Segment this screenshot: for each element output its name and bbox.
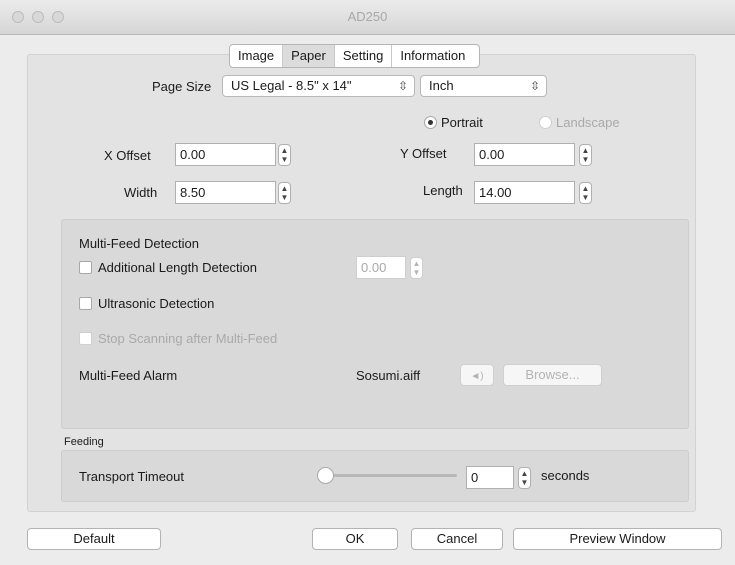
- seconds-label: seconds: [541, 468, 590, 483]
- tab-information[interactable]: Information: [392, 45, 479, 67]
- chevron-updown-icon: ⇳: [397, 79, 408, 93]
- cancel-button[interactable]: Cancel: [411, 528, 503, 550]
- window-title: AD250: [347, 9, 388, 24]
- timeout-field[interactable]: 0: [466, 466, 514, 489]
- tab-paper[interactable]: Paper: [283, 45, 335, 67]
- ultrasonic-checkbox[interactable]: [79, 297, 92, 310]
- ultrasonic-label: Ultrasonic Detection: [98, 296, 215, 311]
- chevron-updown-icon: ⇳: [529, 79, 540, 93]
- landscape-radio[interactable]: [539, 116, 552, 129]
- browse-button[interactable]: Browse...: [503, 364, 602, 386]
- length-stepper[interactable]: ▲ ▼: [579, 182, 592, 204]
- additional-length-stepper[interactable]: ▲ ▼: [410, 257, 423, 279]
- landscape-label: Landscape: [556, 115, 620, 130]
- length-label: Length: [423, 183, 463, 198]
- x-offset-field[interactable]: 0.00: [175, 143, 276, 166]
- timeout-slider-track[interactable]: [325, 474, 457, 477]
- unit-value: Inch: [429, 78, 454, 93]
- timeout-slider-knob[interactable]: [317, 467, 334, 484]
- y-offset-field[interactable]: 0.00: [474, 143, 575, 166]
- additional-length-field[interactable]: 0.00: [356, 256, 406, 279]
- page-size-value: US Legal - 8.5" x 14": [231, 78, 352, 93]
- transport-timeout-label: Transport Timeout: [79, 469, 185, 484]
- speaker-icon: ◄): [470, 371, 484, 382]
- title-bar: AD250: [0, 0, 735, 35]
- additional-length-label: Additional Length Detection: [98, 260, 258, 275]
- width-label: Width: [124, 185, 158, 200]
- tab-bar: Image Paper Setting Information: [229, 44, 481, 68]
- tab-image[interactable]: Image: [230, 45, 284, 67]
- x-offset-stepper[interactable]: ▲ ▼: [278, 144, 291, 166]
- timeout-stepper[interactable]: ▲ ▼: [518, 467, 531, 489]
- y-offset-stepper[interactable]: ▲ ▼: [579, 144, 592, 166]
- y-offset-label: Y Offset: [400, 146, 447, 161]
- portrait-label: Portrait: [441, 115, 483, 130]
- ok-button[interactable]: OK: [312, 528, 398, 550]
- page-size-label: Page Size: [152, 79, 212, 94]
- play-sound-button[interactable]: ◄): [460, 364, 494, 386]
- default-button[interactable]: Default: [27, 528, 161, 550]
- page-size-select[interactable]: US Legal - 8.5" x 14" ⇳: [222, 75, 415, 97]
- portrait-radio[interactable]: [424, 116, 437, 129]
- stop-scanning-label: Stop Scanning after Multi-Feed: [98, 331, 278, 346]
- alarm-file-name: Sosumi.aiff: [356, 368, 421, 383]
- multi-feed-alarm-label: Multi-Feed Alarm: [79, 368, 178, 383]
- stop-scanning-checkbox[interactable]: [79, 332, 92, 345]
- feeding-heading: Feeding: [64, 436, 104, 448]
- preview-window-button[interactable]: Preview Window: [513, 528, 722, 550]
- unit-select[interactable]: Inch ⇳: [420, 75, 547, 97]
- x-offset-label: X Offset: [104, 148, 151, 163]
- length-field[interactable]: 14.00: [474, 181, 575, 204]
- width-field[interactable]: 8.50: [175, 181, 276, 204]
- additional-length-checkbox[interactable]: [79, 261, 92, 274]
- tab-setting[interactable]: Setting: [335, 45, 393, 67]
- width-stepper[interactable]: ▲ ▼: [278, 182, 291, 204]
- multi-feed-heading: Multi-Feed Detection: [79, 236, 199, 251]
